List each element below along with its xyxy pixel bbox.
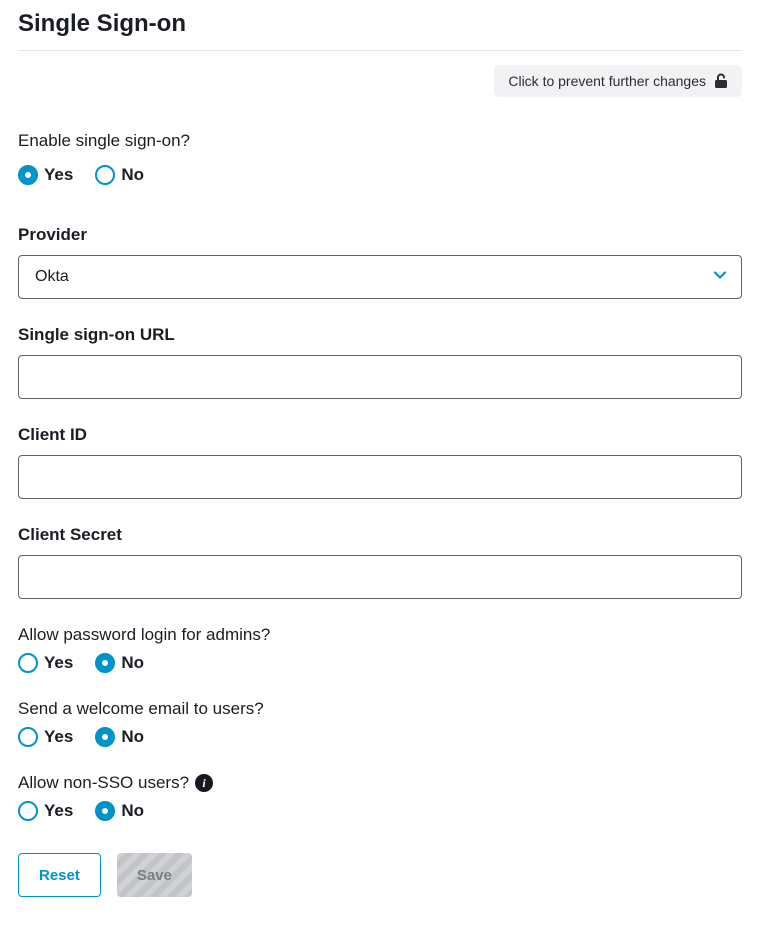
welcome-email-label: Send a welcome email to users? <box>18 699 742 719</box>
radio-icon <box>18 727 38 747</box>
welcome-email-yes-option[interactable]: Yes <box>18 727 73 747</box>
allow-non-sso-label: Allow non-SSO users? <box>18 773 189 793</box>
sso-url-label: Single sign-on URL <box>18 325 742 345</box>
allow-non-sso-radio-group: Yes No <box>18 801 742 821</box>
radio-label: Yes <box>44 727 73 747</box>
allow-non-sso-yes-option[interactable]: Yes <box>18 801 73 821</box>
client-id-input[interactable] <box>18 455 742 499</box>
client-id-label: Client ID <box>18 425 742 445</box>
top-actions-bar: Click to prevent further changes <box>18 65 742 97</box>
enable-sso-no-option[interactable]: No <box>95 165 144 185</box>
radio-icon <box>95 653 115 673</box>
radio-icon <box>95 727 115 747</box>
provider-field: Provider <box>18 225 742 299</box>
client-secret-label: Client Secret <box>18 525 742 545</box>
client-id-field: Client ID <box>18 425 742 499</box>
enable-sso-label: Enable single sign-on? <box>18 131 742 151</box>
allow-admin-pw-no-option[interactable]: No <box>95 653 144 673</box>
info-icon[interactable]: i <box>195 774 213 792</box>
radio-label: No <box>121 653 144 673</box>
radio-label: Yes <box>44 165 73 185</box>
page-title: Single Sign-on <box>18 10 742 51</box>
radio-label: No <box>121 165 144 185</box>
radio-icon <box>95 801 115 821</box>
sso-url-field: Single sign-on URL <box>18 325 742 399</box>
allow-non-sso-section: Allow non-SSO users? i Yes No <box>18 773 742 821</box>
welcome-email-radio-group: Yes No <box>18 727 742 747</box>
lock-open-icon <box>714 73 728 89</box>
radio-icon <box>18 165 38 185</box>
enable-sso-section: Enable single sign-on? Yes No <box>18 131 742 185</box>
reset-button[interactable]: Reset <box>18 853 101 897</box>
radio-label: Yes <box>44 653 73 673</box>
save-button[interactable]: Save <box>117 853 192 897</box>
enable-sso-radio-group: Yes No <box>18 165 742 185</box>
radio-label: Yes <box>44 801 73 821</box>
radio-label: No <box>121 727 144 747</box>
radio-label: No <box>121 801 144 821</box>
client-secret-input[interactable] <box>18 555 742 599</box>
allow-admin-pw-yes-option[interactable]: Yes <box>18 653 73 673</box>
provider-select[interactable] <box>18 255 742 299</box>
welcome-email-section: Send a welcome email to users? Yes No <box>18 699 742 747</box>
allow-non-sso-no-option[interactable]: No <box>95 801 144 821</box>
sso-url-input[interactable] <box>18 355 742 399</box>
radio-icon <box>18 653 38 673</box>
lock-changes-label: Click to prevent further changes <box>508 73 706 89</box>
provider-label: Provider <box>18 225 742 245</box>
allow-admin-pw-label: Allow password login for admins? <box>18 625 742 645</box>
enable-sso-yes-option[interactable]: Yes <box>18 165 73 185</box>
form-actions: Reset Save <box>18 853 742 897</box>
radio-icon <box>18 801 38 821</box>
radio-icon <box>95 165 115 185</box>
allow-admin-pw-radio-group: Yes No <box>18 653 742 673</box>
lock-changes-button[interactable]: Click to prevent further changes <box>494 65 742 97</box>
allow-admin-pw-section: Allow password login for admins? Yes No <box>18 625 742 673</box>
welcome-email-no-option[interactable]: No <box>95 727 144 747</box>
client-secret-field: Client Secret <box>18 525 742 599</box>
